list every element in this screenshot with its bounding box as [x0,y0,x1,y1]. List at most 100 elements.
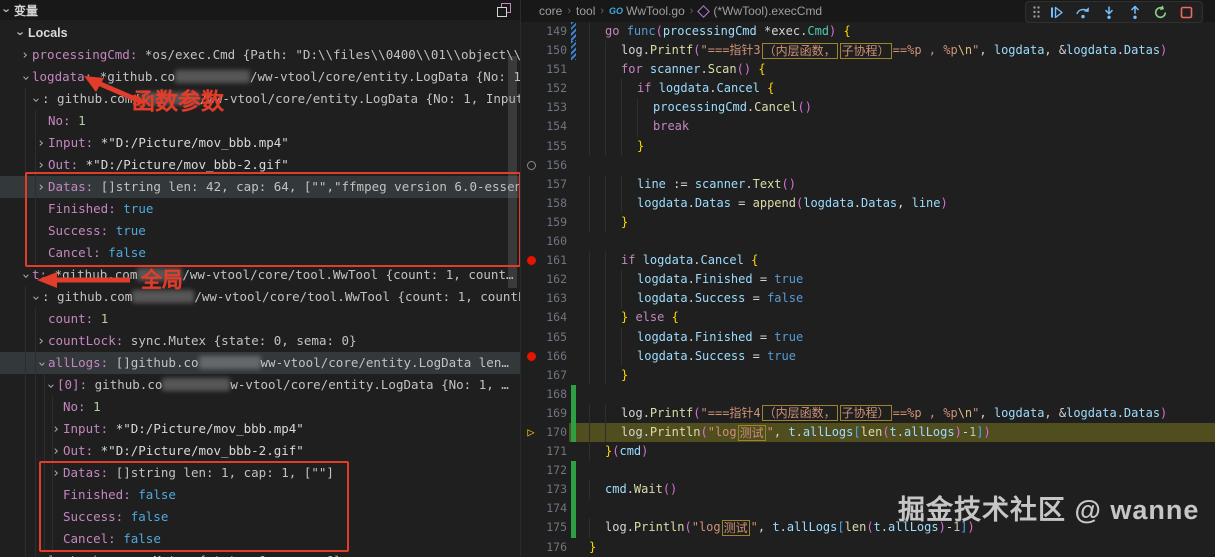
panel-scrollbar[interactable] [508,56,517,288]
breakpoint-gutter[interactable] [523,79,539,98]
code-area[interactable]: 149go func(processingCmd *exec.Cmd) {150… [521,22,1215,557]
variable-row[interactable]: ›logdata: *github.co/ww-vtool/core/entit… [0,66,520,88]
breakpoint-gutter[interactable] [523,480,539,499]
breadcrumb-item[interactable]: GOWwTool.go [609,4,685,18]
breakpoint-gutter[interactable] [523,518,539,537]
chevron-right-icon[interactable]: › [34,331,48,352]
unverified-breakpoint-icon[interactable] [523,156,539,175]
breakpoint-gutter[interactable] [523,137,539,156]
breakpoint-gutter[interactable] [523,60,539,79]
chevron-right-icon[interactable]: › [18,45,32,66]
code-line[interactable]: 158logdata.Datas = append(logdata.Datas,… [521,194,1215,213]
chevron-right-icon[interactable]: › [34,177,48,198]
breakpoint-gutter[interactable] [523,289,539,308]
code-line[interactable]: 176} [521,538,1215,557]
code-line[interactable]: 167} [521,366,1215,385]
chevron-down-icon[interactable]: › [30,357,52,371]
breakpoint-gutter[interactable] [523,538,539,557]
variable-row[interactable]: No: 1 [0,396,520,418]
code-line[interactable]: 169log.Printf("===指针4（内层函数，子协程）==%p , %p… [521,404,1215,423]
step-out-button[interactable] [1123,3,1146,21]
breadcrumb-item[interactable]: (*WwTool).execCmd [698,4,822,18]
chevron-down-icon[interactable]: › [24,93,46,107]
variable-row[interactable]: ›[0]: github.cow-vtool/core/entity.LogDa… [0,374,520,396]
breakpoint-gutter[interactable] [523,98,539,117]
breakpoint-gutter[interactable] [523,22,539,41]
variable-row[interactable]: ›Datas: []string len: 1, cap: 1, [""] [0,462,520,484]
variable-row[interactable]: ›Datas: []string len: 42, cap: 64, ["","… [0,176,520,198]
breakpoint-gutter[interactable] [523,232,539,251]
variable-row[interactable]: Success: false [0,506,520,528]
code-line[interactable]: 163logdata.Success = false [521,289,1215,308]
code-line[interactable]: 159} [521,213,1215,232]
variable-row[interactable]: count: 1 [0,308,520,330]
overlapping-windows-icon[interactable] [497,3,511,17]
code-line[interactable]: 157line := scanner.Text() [521,175,1215,194]
breakpoint-gutter[interactable] [523,213,539,232]
variable-row[interactable]: Finished: false [0,484,520,506]
variable-row[interactable]: Finished: true [0,198,520,220]
code-line[interactable]: 155} [521,137,1215,156]
breakpoint-gutter[interactable] [523,328,539,347]
variable-row[interactable]: ›Input: *"D:/Picture/mov_bbb.mp4" [0,418,520,440]
breakpoint-gutter[interactable] [523,442,539,461]
code-line[interactable]: 149go func(processingCmd *exec.Cmd) { [521,22,1215,41]
chevron-down-icon[interactable]: › [14,269,36,283]
breadcrumb-item[interactable]: tool [576,4,595,18]
variable-row[interactable]: ›Input: *"D:/Picture/mov_bbb.mp4" [0,132,520,154]
stop-button[interactable] [1175,3,1198,21]
breadcrumb-item[interactable]: core [539,4,562,18]
breakpoint-gutter[interactable] [523,404,539,423]
code-line[interactable]: 170log.Println("log测试", t.allLogs[len(t.… [521,423,1215,442]
chevron-down-icon[interactable]: › [14,71,36,85]
drag-handle-icon[interactable] [1030,3,1042,21]
current-line-arrow-icon[interactable] [523,423,539,442]
continue-button[interactable] [1045,3,1068,21]
chevron-down-icon[interactable]: › [39,379,61,393]
breakpoint-gutter[interactable] [523,366,539,385]
breakpoint-gutter[interactable] [523,461,539,480]
variable-row[interactable]: Cancel: false [0,242,520,264]
breakpoint-gutter[interactable] [523,270,539,289]
variable-row[interactable]: ›countLock: sync.Mutex {state: 0, sema: … [0,330,520,352]
code-line[interactable]: 166logdata.Success = true [521,347,1215,366]
breakpoint-gutter[interactable] [523,499,539,518]
code-line[interactable]: 153processingCmd.Cancel() [521,98,1215,117]
variable-row[interactable]: ›Out: *"D:/Picture/mov_bbb-2.gif" [0,154,520,176]
variable-row[interactable]: Success: true [0,220,520,242]
scope-row-locals[interactable]: › Locals [14,22,68,44]
variable-row[interactable]: No: 1 [0,110,520,132]
breakpoint-gutter[interactable] [523,194,539,213]
code-line[interactable]: 151for scanner.Scan() { [521,60,1215,79]
chevron-down-icon[interactable]: › [14,26,29,40]
code-line[interactable]: 152if logdata.Cancel { [521,79,1215,98]
variable-row[interactable]: Cancel: false [0,528,520,550]
code-line[interactable]: 156 [521,156,1215,175]
breakpoint-icon[interactable] [523,347,539,366]
code-line[interactable]: 171}(cmd) [521,442,1215,461]
code-line[interactable]: 150log.Printf("===指针3（内层函数，子协程）==%p , %p… [521,41,1215,60]
code-line[interactable]: 165logdata.Finished = true [521,328,1215,347]
code-line[interactable]: 161if logdata.Cancel { [521,251,1215,270]
variable-row[interactable]: ›: github.com/ww-vtool/core/tool.WwTool … [0,286,520,308]
code-line[interactable]: 164} else { [521,308,1215,327]
breakpoint-gutter[interactable] [523,385,539,404]
breakpoint-gutter[interactable] [523,175,539,194]
restart-button[interactable] [1149,3,1172,21]
variable-row[interactable]: ›allLogs: []github.coww-vtool/core/entit… [0,352,520,374]
chevron-right-icon[interactable]: › [34,551,48,557]
chevron-down-icon[interactable]: › [0,3,15,17]
code-line[interactable]: 154break [521,117,1215,136]
code-line[interactable]: 162logdata.Finished = true [521,270,1215,289]
chevron-right-icon[interactable]: › [34,133,48,154]
breakpoint-gutter[interactable] [523,308,539,327]
code-line[interactable]: 172 [521,461,1215,480]
breakpoint-gutter[interactable] [523,41,539,60]
variable-row[interactable]: ›Out: *"D:/Picture/mov_bbb-2.gif" [0,440,520,462]
step-over-button[interactable] [1071,3,1094,21]
chevron-down-icon[interactable]: › [24,291,46,305]
variable-row[interactable]: ›logLock: sync.Mutex {state: 0, sema: 0} [0,550,520,557]
breakpoint-icon[interactable] [523,251,539,270]
code-line[interactable]: 160 [521,232,1215,251]
breakpoint-gutter[interactable] [523,117,539,136]
